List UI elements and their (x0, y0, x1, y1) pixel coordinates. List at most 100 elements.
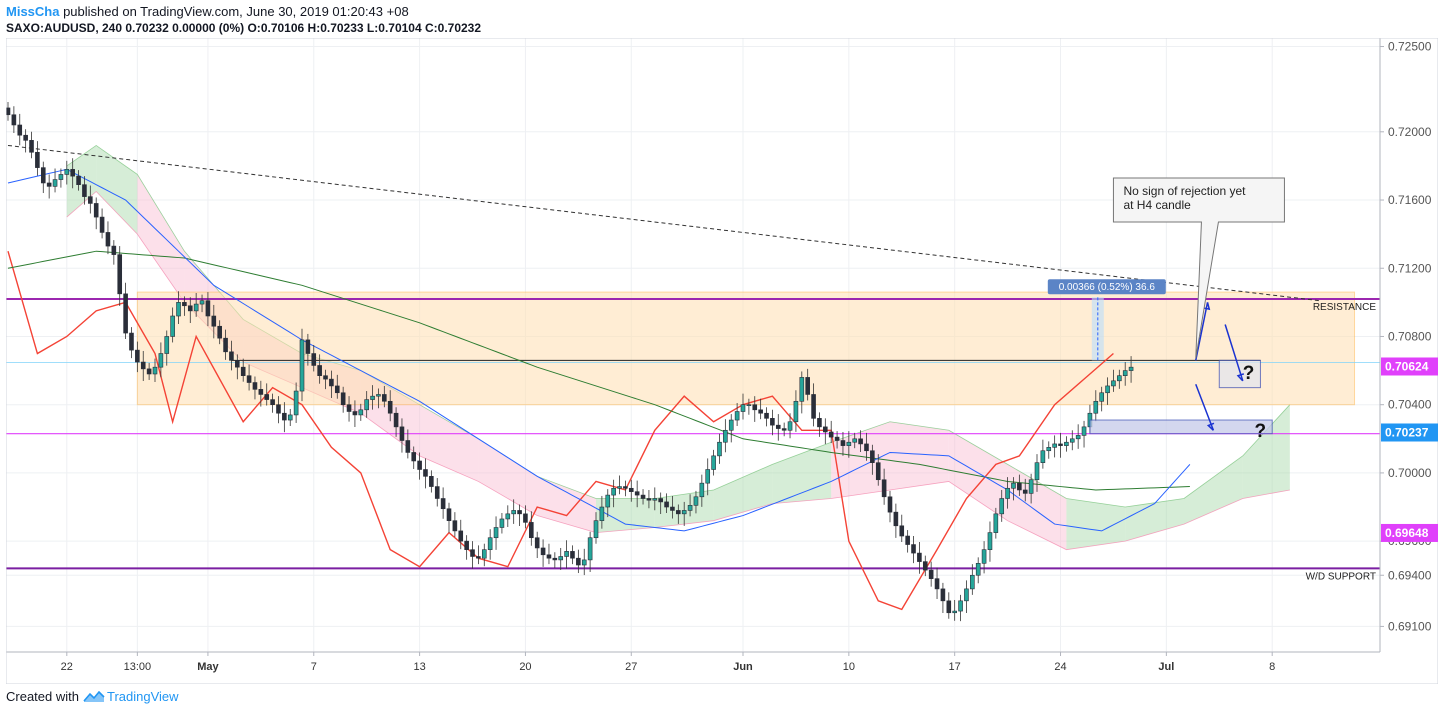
price-chart[interactable]: RESISTANCE W/D SUPPORT 0.00366 (0.52%) 36… (5, 37, 1439, 685)
x-tick-label: 27 (625, 661, 637, 673)
candle-body (11, 114, 17, 126)
candle-body (834, 436, 840, 441)
candle-body (429, 476, 434, 487)
candle-body (540, 547, 546, 556)
candle-body (987, 532, 993, 550)
candle-body (970, 574, 975, 590)
candle-body (646, 498, 652, 501)
candle-body (382, 394, 387, 402)
candle-body (817, 418, 822, 428)
candle-body (499, 518, 505, 528)
y-tick-label: 0.71600 (1388, 193, 1432, 207)
supply-zone-box (136, 291, 1356, 406)
candle-body (723, 429, 728, 443)
author-name[interactable]: MissCha (6, 4, 59, 19)
candle-body (852, 438, 858, 443)
candle-body (258, 389, 264, 395)
candle-body (975, 563, 981, 576)
candle-body (158, 353, 164, 368)
candle-body (387, 400, 393, 414)
candle-body (176, 302, 181, 317)
x-tick-label: 10 (843, 661, 855, 673)
candle-body (576, 557, 581, 566)
candle-body (123, 293, 128, 334)
candle-body (170, 315, 175, 337)
candle-body (952, 610, 957, 614)
candle-body (905, 535, 910, 545)
close-label: C: (421, 21, 438, 35)
candle-body (187, 305, 193, 312)
y-tick-label: 0.70800 (1388, 329, 1432, 343)
candle-body (740, 404, 746, 412)
cloud-segment (1242, 404, 1290, 499)
y-tick-label: 0.72500 (1388, 40, 1432, 54)
candle-body (699, 482, 705, 498)
candle-body (1040, 450, 1046, 463)
candle-body (840, 440, 846, 446)
candle-body (558, 556, 564, 561)
symbol-name: SAXO:AUDUSD, 240 (6, 21, 123, 35)
candle-body (552, 557, 558, 561)
candle-body (164, 336, 170, 354)
candle-body (393, 412, 399, 428)
candle-body (334, 385, 340, 394)
candle-body (858, 438, 863, 445)
y-tick-label: 0.70400 (1388, 398, 1432, 412)
candle-body (76, 175, 81, 185)
price-tag-label: 0.70237 (1385, 425, 1429, 439)
candle-body (599, 506, 605, 521)
candle-body (846, 441, 852, 446)
candle-body (346, 404, 352, 412)
chart-container[interactable]: RESISTANCE W/D SUPPORT 0.00366 (0.52%) 36… (5, 37, 1439, 685)
candle-body (811, 394, 816, 419)
candle-body (417, 460, 422, 470)
candle-body (828, 431, 834, 438)
candle-body (64, 169, 70, 175)
tradingview-brand: TradingView (106, 689, 179, 704)
x-tick-label: 13 (413, 661, 425, 673)
quote-change: 0.70232 0.00000 (0%) (122, 21, 248, 35)
candle-body (1081, 426, 1087, 436)
candle-body (446, 508, 452, 521)
candle-body (899, 525, 905, 537)
candle-body (581, 559, 587, 566)
candle-body (717, 441, 722, 457)
tradingview-logo[interactable]: TradingView (83, 689, 179, 704)
candle-body (1028, 479, 1034, 494)
cloud-segment (1125, 498, 1184, 542)
candle-body (229, 351, 234, 361)
candle-body (752, 404, 758, 411)
close-value: 0.70232 (437, 21, 482, 35)
candle-body (934, 578, 940, 590)
candle-body (458, 530, 464, 542)
y-tick-label: 0.69100 (1388, 619, 1432, 633)
candle-body (1117, 375, 1122, 382)
candle-body (570, 551, 575, 559)
candle-body (505, 513, 511, 520)
x-tick-label: May (197, 661, 219, 673)
candle-body (352, 411, 358, 416)
candle-body (534, 537, 540, 549)
price-tag-label: 0.69648 (1385, 526, 1429, 540)
cloud-segment (137, 174, 185, 303)
candle-body (711, 455, 716, 470)
candle-body (1034, 462, 1040, 481)
candle-body (282, 412, 287, 421)
candle-body (999, 498, 1005, 515)
cloud-segment (890, 421, 949, 490)
candle-body (358, 409, 364, 416)
question-mark: ? (1255, 421, 1267, 442)
candle-body (981, 549, 987, 564)
y-tick-label: 0.71200 (1388, 261, 1432, 275)
candle-body (1128, 366, 1134, 371)
candle-body (105, 232, 111, 247)
candle-body (823, 426, 828, 433)
cloud-segment (419, 404, 479, 482)
candle-body (676, 510, 681, 515)
cloud-segment (478, 438, 538, 516)
candle-body (88, 196, 93, 204)
candle-body (564, 551, 569, 557)
candle-body (634, 491, 640, 496)
candle-body (405, 440, 411, 453)
candle-body (928, 569, 934, 579)
